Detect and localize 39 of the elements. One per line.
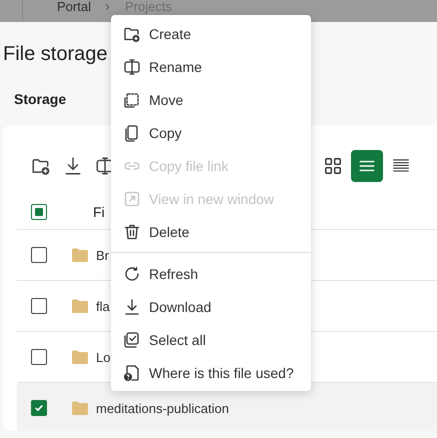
folder-icon <box>71 246 89 264</box>
checkmark-icon <box>35 405 43 411</box>
folder-icon <box>71 399 89 417</box>
menu-item[interactable]: Refresh <box>111 257 311 290</box>
select-all-icon <box>123 330 141 348</box>
menu-item[interactable]: Delete <box>111 215 311 248</box>
grid-view-icon <box>323 156 343 176</box>
folder-plus-icon[interactable] <box>31 156 51 176</box>
menu-item[interactable]: Select all <box>111 323 311 356</box>
breadcrumb-link[interactable]: Portal <box>57 0 91 13</box>
file-name[interactable]: fla <box>96 298 110 314</box>
checkbox[interactable] <box>31 204 47 220</box>
checkbox[interactable] <box>31 298 47 314</box>
rename-icon <box>123 58 141 76</box>
file-name[interactable]: Br <box>96 248 109 262</box>
file-name[interactable]: meditations-publication <box>96 400 229 416</box>
section-label: Storage <box>14 91 66 107</box>
folder-icon <box>71 348 89 366</box>
refresh-icon <box>123 264 141 282</box>
file-name[interactable]: Lo <box>96 350 110 364</box>
menu-item[interactable]: Copy <box>111 116 311 149</box>
download-icon <box>123 298 141 316</box>
view-toggle-button[interactable] <box>351 150 383 182</box>
checkbox[interactable] <box>31 247 47 263</box>
file-question-icon <box>123 364 141 382</box>
menu-item[interactable]: Rename <box>111 50 311 83</box>
menu-item[interactable]: Download <box>111 290 311 323</box>
download-icon[interactable] <box>63 156 83 176</box>
page-title: File storage <box>3 42 108 66</box>
checkbox[interactable] <box>31 349 47 365</box>
folder-icon <box>71 297 89 315</box>
selected-row[interactable]: meditations-publication <box>17 383 437 431</box>
menu-item[interactable]: Move <box>111 83 311 116</box>
external-window-icon <box>123 190 141 208</box>
trash-icon <box>123 222 141 240</box>
menu-item[interactable]: Create <box>111 17 311 50</box>
move-icon <box>123 90 141 108</box>
column-header[interactable]: Fi <box>93 204 105 220</box>
checkbox[interactable] <box>31 400 47 416</box>
